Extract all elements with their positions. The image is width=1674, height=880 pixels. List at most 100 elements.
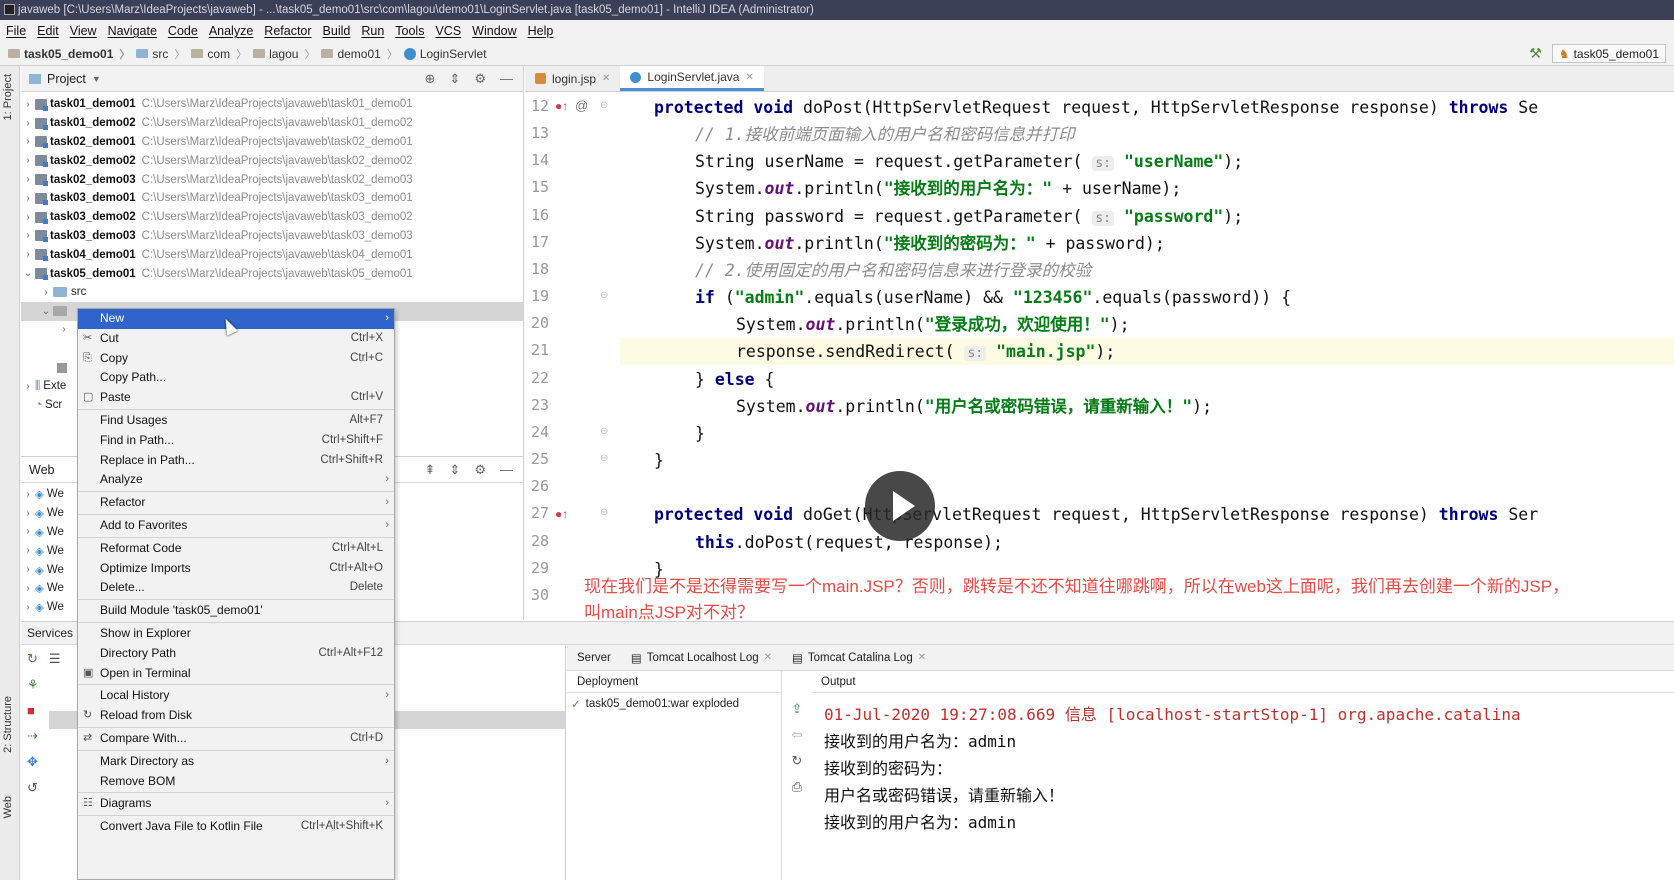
tree-row-module[interactable]: › task03_demo02 C:\Users\Marz\IdeaProjects… [21,208,523,227]
chevron-right-icon[interactable]: › [21,136,35,147]
chevron-right-icon[interactable]: › [21,155,35,166]
chevron-right-icon[interactable]: › [21,230,35,241]
close-icon[interactable]: ✕ [602,73,610,84]
context-menu-item-copy[interactable]: ⎘ Copy Ctrl+C [78,349,394,369]
override-marker-icon[interactable]: ●↑ [555,99,568,113]
fold-marker-icon[interactable]: ⊖ [600,507,608,518]
tree-row-module[interactable]: › task02_demo02 C:\Users\Marz\IdeaProjects… [21,151,523,170]
chevron-right-icon[interactable]: › [21,381,35,392]
gear-icon[interactable]: ⚙ [474,71,486,87]
chevron-right-icon[interactable]: › [21,526,35,537]
hide-icon[interactable]: — [500,71,513,87]
deployment-item[interactable]: ✓ task05_demo01:war exploded [567,693,781,711]
context-menu-item-open-in-terminal[interactable]: ▣ Open in Terminal [78,664,394,684]
expand-icon[interactable]: ⇞ [425,462,436,478]
context-menu-item-delete[interactable]: Delete... Delete [78,578,394,598]
tree-row-module[interactable]: › task01_demo02 C:\Users\Marz\IdeaProjects… [21,114,523,133]
menu-help[interactable]: Help [528,24,554,38]
chevron-right-icon[interactable]: › [57,324,71,335]
collapse-icon[interactable]: ⇕ [449,462,460,478]
menu-analyze[interactable]: Analyze [209,24,253,38]
print-icon[interactable]: ⎙ [792,779,802,795]
restart-icon[interactable]: ↺ [27,780,39,796]
tab-tomcat-localhost-log[interactable]: ▤ Tomcat Localhost Log ✕ [631,651,772,665]
debug-icon[interactable]: ✥ [27,754,39,770]
override-marker-icon[interactable]: ●↑ [555,507,568,521]
video-play-button[interactable] [865,471,935,541]
tree-icon[interactable]: ⚘ [27,677,39,693]
menu-navigate[interactable]: Navigate [108,24,157,38]
breadcrumb-item[interactable]: LoginServlet [403,47,487,61]
tree-row-module[interactable]: › task02_demo03 C:\Users\Marz\IdeaProjects… [21,170,523,189]
structure-tool-tab[interactable]: 2: Structure [2,696,14,753]
breadcrumb-item[interactable]: com 〉 [191,46,247,62]
context-menu-item-new[interactable]: New › [78,309,394,329]
gear-icon[interactable]: ⚙ [474,462,486,478]
tab-loginservlet-java[interactable]: LoginServlet.java ✕ [620,66,764,91]
chevron-right-icon[interactable]: › [21,174,35,185]
build-hammer-icon[interactable]: ⚒ [1529,45,1542,62]
chevron-right-icon[interactable]: › [21,489,35,500]
chevron-right-icon[interactable]: › [21,118,35,129]
close-icon[interactable]: ✕ [764,652,772,663]
collapse-icon[interactable]: ⇕ [449,71,460,87]
web-tool-tab[interactable]: Web [2,796,14,818]
fold-marker-icon[interactable]: ⊖ [600,290,608,301]
context-menu-item-analyze[interactable]: Analyze › [78,470,394,490]
context-menu-item-add-to-favorites[interactable]: Add to Favorites › [78,516,394,536]
fold-marker-icon[interactable]: ⊖ [600,100,608,111]
context-menu-item-local-history[interactable]: Local History › [78,686,394,706]
chevron-down-icon[interactable]: ▼ [92,74,101,84]
tree-row-module[interactable]: › task03_demo01 C:\Users\Marz\IdeaProjects… [21,189,523,208]
context-menu-item-reformat-code[interactable]: Reformat Code Ctrl+Alt+L [78,539,394,559]
context-menu-item-cut[interactable]: ✂ Cut Ctrl+X [78,329,394,349]
menu-build[interactable]: Build [323,24,351,38]
context-menu-item-diagrams[interactable]: ☷ Diagrams › [78,794,394,814]
menu-view[interactable]: View [70,24,97,38]
chevron-right-icon[interactable]: › [21,193,35,204]
menu-edit[interactable]: Edit [37,24,59,38]
menu-tools[interactable]: Tools [395,24,424,38]
context-menu-item-replace-in-path[interactable]: Replace in Path... Ctrl+Shift+R [78,451,394,471]
context-menu-item-refactor[interactable]: Refactor › [78,493,394,513]
breadcrumb-item[interactable]: demo01 〉 [321,46,398,62]
tree-row-module[interactable]: › task04_demo01 C:\Users\Marz\IdeaProjects… [21,245,523,264]
fold-marker-icon[interactable]: ⊖ [600,426,608,437]
context-menu-item-find-in-path[interactable]: Find in Path... Ctrl+Shift+F [78,431,394,451]
refresh-icon[interactable]: ↻ [27,651,39,667]
menu-window[interactable]: Window [472,24,516,38]
menu-code[interactable]: Code [168,24,198,38]
breadcrumb-item[interactable]: src 〉 [136,46,185,62]
close-icon[interactable]: ✕ [745,72,753,83]
context-menu-item-reload-from-disk[interactable]: ↻ Reload from Disk [78,706,394,726]
stop-icon[interactable]: ■ [27,703,39,718]
deploy-arrow-icon[interactable]: ⇪ [792,701,803,717]
chevron-right-icon[interactable]: › [21,564,35,575]
chevron-right-icon[interactable]: › [21,212,35,223]
chevron-right-icon[interactable]: › [21,545,35,556]
chevron-right-icon[interactable]: › [21,99,35,110]
menu-refactor[interactable]: Refactor [264,24,311,38]
context-menu-item-optimize-imports[interactable]: Optimize Imports Ctrl+Alt+O [78,559,394,579]
refresh-icon[interactable]: ↻ [792,753,803,769]
close-icon[interactable]: ✕ [918,652,926,663]
hide-icon[interactable]: — [500,462,513,478]
tree-row-module[interactable]: ⌄ task05_demo01 C:\Users\Marz\IdeaProjects… [21,264,523,283]
chevron-down-icon[interactable]: ⌄ [21,268,35,279]
context-menu-item-directory-path[interactable]: Directory Path Ctrl+Alt+F12 [78,644,394,664]
run-config-selector[interactable]: ♞ task05_demo01 [1551,44,1666,63]
context-menu-item-paste[interactable]: ▢ Paste Ctrl+V [78,388,394,408]
context-menu-item-mark-directory-as[interactable]: Mark Directory as › [78,752,394,772]
chevron-right-icon[interactable]: › [21,508,35,519]
context-menu-item-remove-bom[interactable]: Remove BOM [78,772,394,792]
project-panel-title[interactable]: Project [47,72,86,86]
tab-tomcat-catalina-log[interactable]: ▤ Tomcat Catalina Log ✕ [792,651,926,665]
code-editor[interactable]: protected void doPost(HttpServletRequest… [620,93,1674,623]
chevron-down-icon[interactable]: ⌄ [39,306,53,317]
expand-all-icon[interactable]: ☰ [49,651,61,667]
chevron-right-icon[interactable]: › [21,602,35,613]
tree-row-module[interactable]: › task02_demo01 C:\Users\Marz\IdeaProjects… [21,133,523,152]
menu-file[interactable]: File [6,24,26,38]
menu-run[interactable]: Run [361,24,384,38]
chevron-right-icon[interactable]: › [21,249,35,260]
